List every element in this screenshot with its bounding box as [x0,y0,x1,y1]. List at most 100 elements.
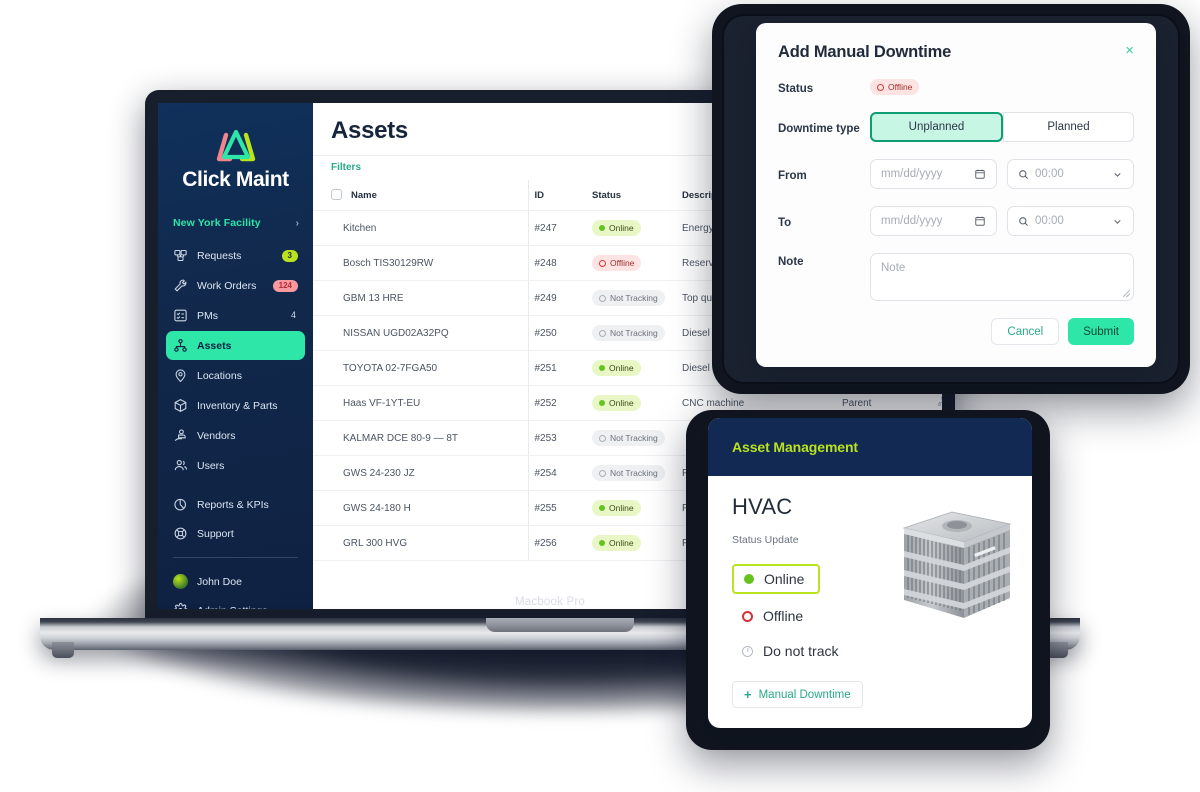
online-dot-icon [599,225,605,231]
nottrack-dot-icon [599,329,606,337]
downtime-type-planned[interactable]: Planned [1003,112,1134,142]
online-dot-icon [599,365,605,371]
nottrack-dot-icon [599,434,606,442]
cell-name: NISSAN UGD02A32PQ [313,315,529,351]
sidebar-divider [173,557,298,558]
sidebar-item-work-orders[interactable]: Work Orders 124 [166,271,305,300]
sidebar-item-pms[interactable]: PMs 4 [166,301,305,330]
status-option-do-not-track[interactable]: Do not track [732,638,852,664]
status-option-label: Do not track [763,643,839,659]
sidebar-item-locations[interactable]: Locations [166,361,305,390]
chevron-down-icon[interactable] [1112,216,1123,227]
manual-downtime-button[interactable]: + Manual Downtime [732,681,863,708]
status-badge: Offline [870,79,920,95]
sidebar-item-vendors[interactable]: Vendors [166,421,305,450]
status-badge-label: Online [609,363,634,373]
sidebar-item-label: Requests [197,249,242,262]
status-option-offline[interactable]: Offline [732,603,817,629]
requests-icon [174,249,187,262]
cell-id: #251 [528,350,586,386]
cell-name: TOYOTA 02-7FGA50 [313,350,529,386]
from-time-input[interactable]: 00:00 [1007,159,1134,189]
nottrack-dot-icon [599,294,606,302]
to-controls: mm/dd/yyyy 00:00 [870,206,1134,236]
cell-status: Offline [586,245,676,281]
to-date-placeholder: mm/dd/yyyy [881,215,943,227]
cell-name: GRL 300 HVG [313,525,529,561]
sidebar-item-users[interactable]: Users [166,451,305,480]
asset-management-title: Asset Management [732,439,858,455]
col-header-name-label: Name [351,190,377,201]
to-label: To [778,216,792,229]
facility-selector[interactable]: New York Facility › [173,217,299,229]
col-header-status[interactable]: Status [586,180,676,211]
sidebar-item-user[interactable]: John Doe [166,567,305,596]
cell-id: #255 [528,490,586,526]
laptop-foot-left [52,642,74,658]
to-time-input[interactable]: 00:00 [1007,206,1134,236]
status-badge: Online [592,220,641,236]
filters-label: Filters [331,162,362,173]
chevron-right-icon: › [295,217,299,229]
cell-id: #248 [528,245,586,281]
from-label: From [778,169,807,182]
calendar-icon[interactable] [974,168,986,180]
clickmaint-logo-icon [216,129,255,162]
manual-downtime-label: Manual Downtime [758,688,851,701]
col-header-id[interactable]: ID [528,180,586,211]
cell-name: KALMAR DCE 80-9 — 8T [313,420,529,456]
downtime-type-label: Downtime type [778,122,860,135]
cell-name: GWS 24-180 H [313,490,529,526]
cell-status: Not Tracking [586,455,676,491]
box-icon [174,399,187,412]
downtime-type-segmented: Unplanned Planned [870,112,1134,142]
search-icon [1019,169,1028,179]
sidebar-item-label: Locations [197,369,242,382]
cell-status: Online [586,490,676,526]
note-textarea[interactable]: Note [870,253,1134,301]
facility-label: New York Facility [173,217,261,229]
status-badge-label: Offline [888,82,913,92]
status-badge-label: Not Tracking [610,293,658,303]
sidebar-item-requests[interactable]: Requests 3 [166,241,305,270]
downtime-type-control: Unplanned Planned [870,112,1134,142]
cell-name: Kitchen [313,210,529,246]
brand-logo[interactable]: Click Maint [158,115,313,194]
sidebar-item-assets[interactable]: Assets [166,331,305,360]
page-title: Assets [331,117,408,144]
sidebar-item-reports-kpis[interactable]: Reports & KPIs [166,490,305,519]
cancel-button[interactable]: Cancel [991,318,1060,345]
do-not-track-icon [742,645,753,657]
requests-badge: 3 [281,249,298,262]
to-date-input[interactable]: mm/dd/yyyy [870,206,997,236]
modal-row-from: From mm/dd/yyyy 00:00 [778,159,1134,189]
status-option-online[interactable]: Online [732,564,821,594]
note-label: Note [778,256,804,268]
online-dot-icon [599,505,605,511]
modal-title: Add Manual Downtime [778,43,952,61]
work-orders-badge: 124 [272,279,298,292]
calendar-icon[interactable] [974,215,986,227]
from-controls: mm/dd/yyyy 00:00 [870,159,1134,189]
plus-icon: + [744,687,752,702]
from-date-input[interactable]: mm/dd/yyyy [870,159,997,189]
status-badge-label: Not Tracking [610,468,658,478]
close-icon[interactable]: × [1125,43,1134,58]
search-icon [1019,216,1028,226]
cell-status: Not Tracking [586,420,676,456]
chevron-down-icon[interactable] [1112,169,1123,180]
downtime-type-unplanned[interactable]: Unplanned [870,112,1003,142]
select-all-checkbox[interactable] [331,189,342,200]
submit-button[interactable]: Submit [1068,318,1134,345]
cell-status: Online [586,385,676,421]
sidebar-item-support[interactable]: Support [166,519,305,548]
status-badge-label: Offline [610,258,635,268]
assets-icon [174,338,187,352]
status-badge: Online [592,360,641,376]
col-header-name[interactable]: Name [313,180,529,211]
modal-row-downtime-type: Downtime type Unplanned Planned [778,112,1134,142]
sidebar-item-label: Support [197,527,234,540]
sidebar-item-inventory-parts[interactable]: Inventory & Parts [166,391,305,420]
from-time-placeholder: 00:00 [1035,168,1064,180]
modal-header: Add Manual Downtime × [778,43,1134,62]
